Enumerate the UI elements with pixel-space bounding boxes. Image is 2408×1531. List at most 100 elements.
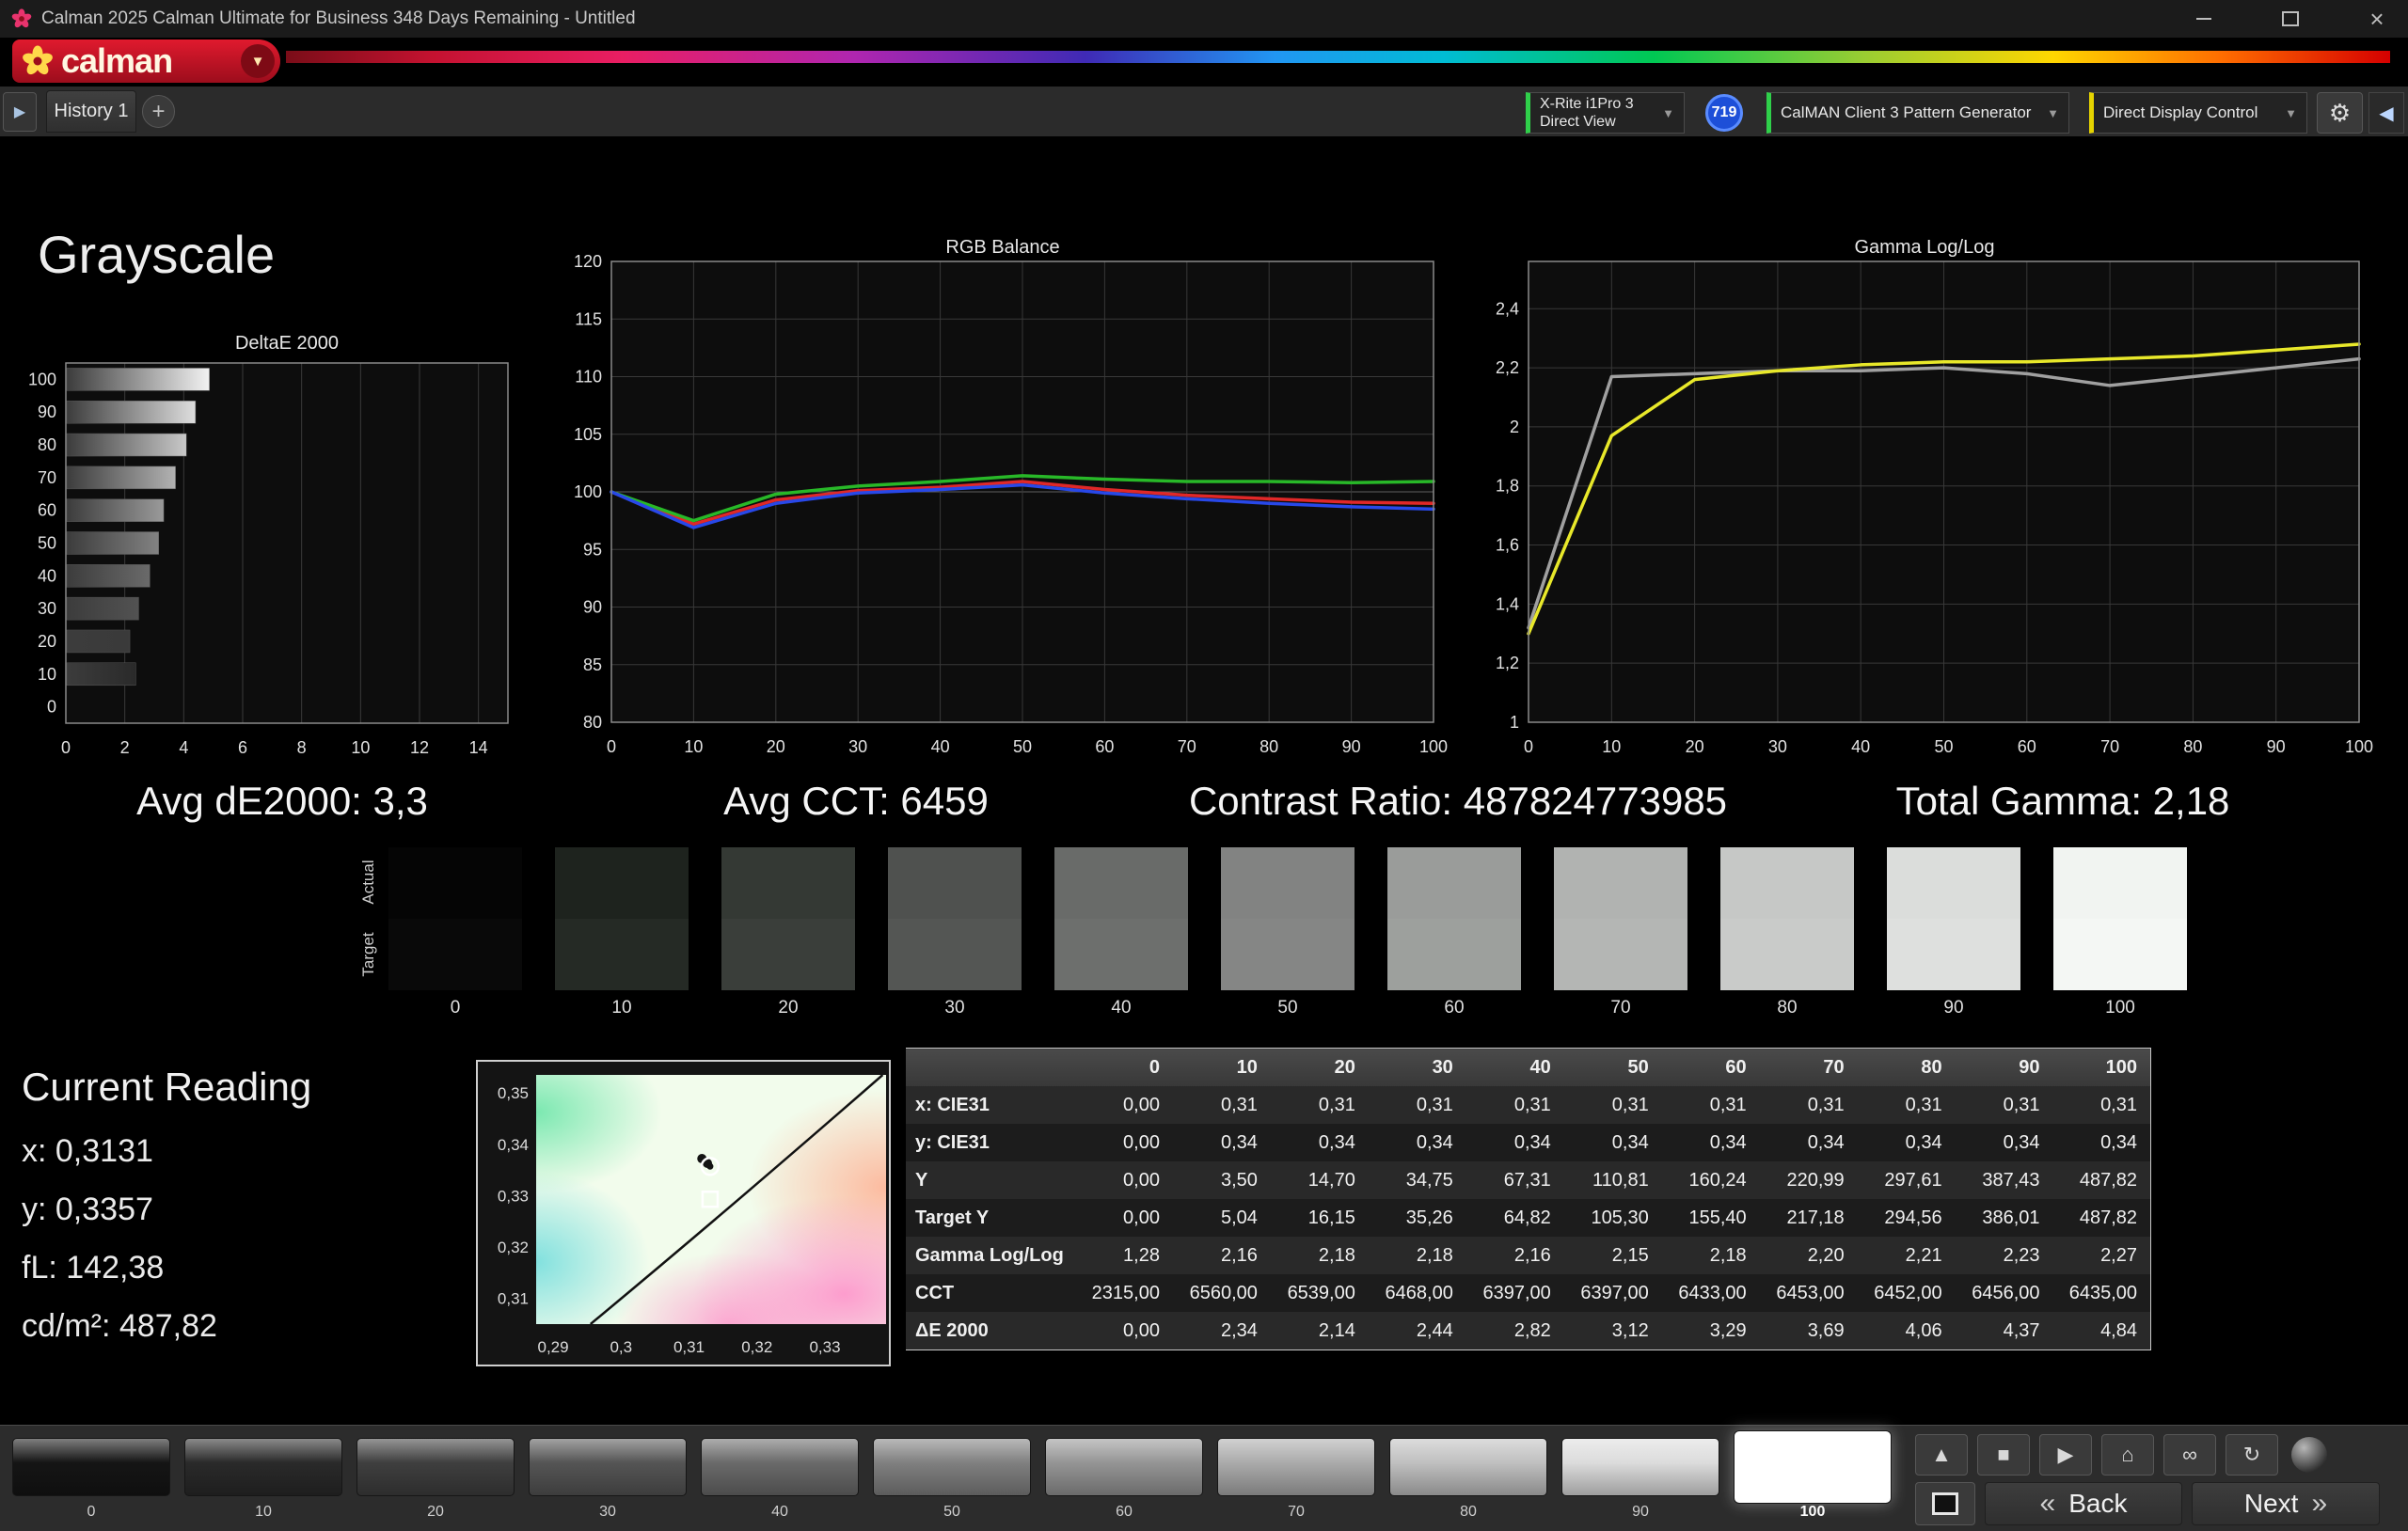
svg-text:40: 40 — [1851, 737, 1870, 756]
pattern-level-button-10[interactable] — [184, 1438, 342, 1496]
table-cell: 6539,00 — [1271, 1274, 1369, 1312]
maximize-button[interactable] — [2269, 0, 2312, 38]
continuous-button[interactable]: ∞ — [2163, 1434, 2216, 1476]
panel-expander-button[interactable]: ▶ — [3, 92, 37, 132]
pattern-level-label: 70 — [1217, 1504, 1375, 1521]
table-cell: 67,31 — [1466, 1161, 1564, 1199]
table-cell: 3,50 — [1173, 1161, 1271, 1199]
table-cell: 0,34 — [1662, 1124, 1760, 1161]
swatch-actual — [1221, 847, 1354, 919]
table-cell: 6452,00 — [1858, 1274, 1956, 1312]
table-row-label: x: CIE31 — [906, 1086, 1075, 1124]
calman-logo-button[interactable]: calman ▼ — [12, 39, 280, 83]
grayscale-table: 0102030405060708090100 x: CIE310,000,310… — [906, 1048, 2151, 1350]
home-button[interactable]: ⌂ — [2101, 1434, 2154, 1476]
pattern-level-button-30[interactable] — [529, 1438, 687, 1496]
table-cell: 0,34 — [1271, 1124, 1369, 1161]
reading-fl: fL: 142,38 — [22, 1250, 164, 1286]
pattern-level-cell-90: 90 — [1561, 1432, 1719, 1526]
continuous-icon: ∞ — [2182, 1443, 2197, 1467]
table-cell: 2,16 — [1173, 1237, 1271, 1274]
table-cell: 0,00 — [1075, 1312, 1173, 1350]
svg-text:2: 2 — [1510, 418, 1519, 436]
title-bar: Calman 2025 Calman Ultimate for Business… — [0, 0, 2408, 38]
table-cell: 0,34 — [1956, 1124, 2053, 1161]
pattern-level-cell-100: 100 — [1734, 1432, 1892, 1526]
svg-text:70: 70 — [38, 468, 56, 487]
table-cell: 0,31 — [1760, 1086, 1858, 1124]
app-icon — [11, 8, 32, 29]
table-header-cell: 50 — [1564, 1049, 1662, 1087]
pattern-window-button[interactable] — [1915, 1482, 1975, 1525]
minimize-button[interactable] — [2182, 0, 2226, 38]
pattern-level-button-90[interactable] — [1561, 1438, 1719, 1496]
table-row: ΔE 20000,002,342,142,442,823,123,293,694… — [906, 1312, 2151, 1350]
play-button[interactable]: ▶ — [2039, 1434, 2092, 1476]
pattern-level-button-20[interactable] — [356, 1438, 515, 1496]
next-label: Next — [2244, 1489, 2299, 1519]
reading-x: x: 0,3131 — [22, 1133, 153, 1170]
table-cell: 0,31 — [1173, 1086, 1271, 1124]
table-cell: 297,61 — [1858, 1161, 1956, 1199]
table-row: CCT2315,006560,006539,006468,006397,0063… — [906, 1274, 2151, 1312]
pattern-level-button-70[interactable] — [1217, 1438, 1375, 1496]
table-cell: 6435,00 — [2053, 1274, 2151, 1312]
svg-text:0,32: 0,32 — [741, 1338, 772, 1356]
pattern-level-cell-80: 80 — [1389, 1432, 1547, 1526]
stop-button[interactable]: ■ — [1977, 1434, 2030, 1476]
meter-count-badge[interactable]: 719 — [1705, 94, 1743, 132]
svg-text:1,2: 1,2 — [1496, 654, 1519, 672]
meter-dropdown[interactable]: X-Rite i1Pro 3 Direct View ▼ — [1526, 92, 1685, 134]
next-button[interactable]: Next » — [2192, 1482, 2380, 1525]
pattern-level-button-50[interactable] — [873, 1438, 1031, 1496]
svg-text:85: 85 — [583, 655, 602, 674]
table-cell: 0,34 — [1564, 1124, 1662, 1161]
table-cell: 2,20 — [1760, 1237, 1858, 1274]
svg-text:10: 10 — [1602, 737, 1621, 756]
svg-text:10: 10 — [38, 665, 56, 684]
svg-text:0,31: 0,31 — [498, 1290, 529, 1308]
logo-dropdown-button[interactable]: ▼ — [241, 44, 275, 78]
pattern-level-button-0[interactable] — [12, 1438, 170, 1496]
pattern-level-button-60[interactable] — [1045, 1438, 1203, 1496]
tab-history-1[interactable]: History 1 — [46, 90, 136, 133]
swatch-target — [721, 919, 855, 990]
display-control-label: Direct Display Control — [2103, 103, 2258, 122]
svg-text:0,32: 0,32 — [498, 1239, 529, 1256]
close-button[interactable]: × — [2355, 0, 2399, 38]
swatch-target — [2053, 919, 2187, 990]
table-cell: 0,31 — [1564, 1086, 1662, 1124]
settings-button[interactable]: ⚙ — [2317, 92, 2363, 134]
display-control-dropdown[interactable]: Direct Display Control ▼ — [2089, 92, 2307, 134]
swatch-actual — [1554, 847, 1687, 919]
up-icon: ▲ — [1931, 1443, 1952, 1467]
table-cell: 16,15 — [1271, 1199, 1369, 1237]
svg-text:2,4: 2,4 — [1496, 299, 1519, 318]
add-tab-button[interactable]: + — [142, 95, 175, 128]
refresh-button[interactable]: ↻ — [2226, 1434, 2278, 1476]
table-row: Y0,003,5014,7034,7567,31110,81160,24220,… — [906, 1161, 2151, 1199]
back-button[interactable]: « Back — [1985, 1482, 2182, 1525]
table-cell: 2,15 — [1564, 1237, 1662, 1274]
swatch-actual — [555, 847, 689, 919]
up-button[interactable]: ▲ — [1915, 1434, 1968, 1476]
grayscale-swatch-80: 80 — [1720, 847, 1854, 1018]
pattern-level-label: 10 — [184, 1504, 342, 1521]
table-row-label: Target Y — [906, 1199, 1075, 1237]
stop-icon: ■ — [1997, 1443, 2009, 1467]
pattern-level-label: 90 — [1561, 1504, 1719, 1521]
swatch-target — [1387, 919, 1521, 990]
pattern-level-label: 60 — [1045, 1504, 1203, 1521]
collapse-panel-button[interactable]: ◀ — [2368, 92, 2404, 134]
pattern-level-button-100[interactable] — [1734, 1430, 1892, 1504]
table-cell: 6468,00 — [1369, 1274, 1466, 1312]
table-row-label: CCT — [906, 1274, 1075, 1312]
pattern-generator-dropdown[interactable]: CalMAN Client 3 Pattern Generator ▼ — [1766, 92, 2069, 134]
table-cell: 0,34 — [2053, 1124, 2151, 1161]
pattern-level-label: 100 — [1734, 1504, 1892, 1521]
table-cell: 155,40 — [1662, 1199, 1760, 1237]
table-cell: 0,31 — [1662, 1086, 1760, 1124]
pattern-level-button-80[interactable] — [1389, 1438, 1547, 1496]
bottom-bar: 0102030405060708090100 ▲■▶⌂∞↻ « Back Nex… — [0, 1425, 2408, 1531]
pattern-level-button-40[interactable] — [701, 1438, 859, 1496]
